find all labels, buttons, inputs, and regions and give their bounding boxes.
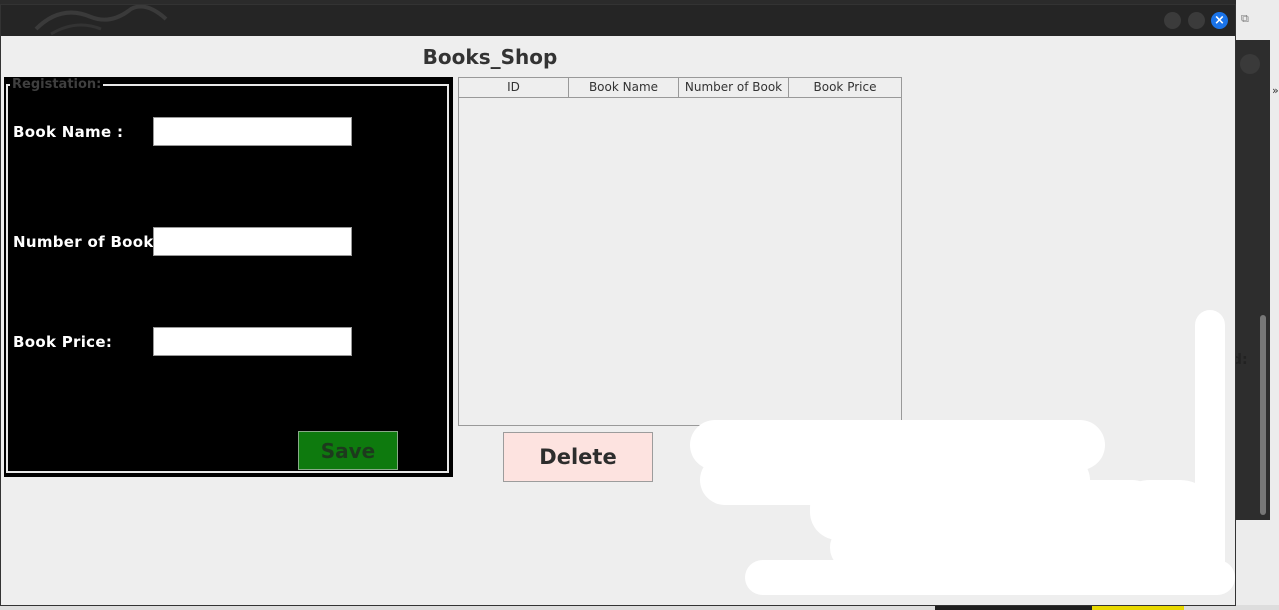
page-title: Books_Shop [422, 45, 558, 69]
background-scrollbar[interactable] [1260, 315, 1266, 515]
books-table[interactable]: ID Book Name Number of Book Book Price [458, 77, 902, 426]
title-bar[interactable]: × [1, 5, 1235, 36]
dragon-logo-icon [34, 5, 168, 36]
maximize-button[interactable] [1188, 12, 1205, 29]
column-header-book-price[interactable]: Book Price [789, 78, 901, 97]
book-name-input[interactable] [153, 117, 352, 146]
minimize-button[interactable] [1164, 12, 1181, 29]
number-of-book-input[interactable] [153, 227, 352, 256]
book-price-label: Book Price: [13, 333, 113, 351]
save-button[interactable]: Save [298, 431, 398, 470]
delete-button[interactable]: Delete [503, 432, 653, 482]
column-header-book-name[interactable]: Book Name [569, 78, 679, 97]
close-button[interactable]: × [1211, 12, 1228, 29]
registration-panel: Registation: Book Name : Number of Book:… [4, 77, 453, 477]
number-of-book-label: Number of Book: [13, 233, 160, 251]
book-name-label: Book Name : [13, 123, 124, 141]
close-icon: × [1214, 13, 1225, 28]
restore-icon: ⧉ [1241, 12, 1249, 25]
column-header-number-of-book[interactable]: Number of Book [679, 78, 789, 97]
chevron-right-icon: » [1272, 84, 1279, 97]
column-header-id[interactable]: ID [459, 78, 569, 97]
registration-legend: Registation: [10, 77, 104, 92]
book-price-input[interactable] [153, 327, 352, 356]
background-dot [1240, 54, 1260, 74]
table-header: ID Book Name Number of Book Book Price [459, 78, 901, 98]
